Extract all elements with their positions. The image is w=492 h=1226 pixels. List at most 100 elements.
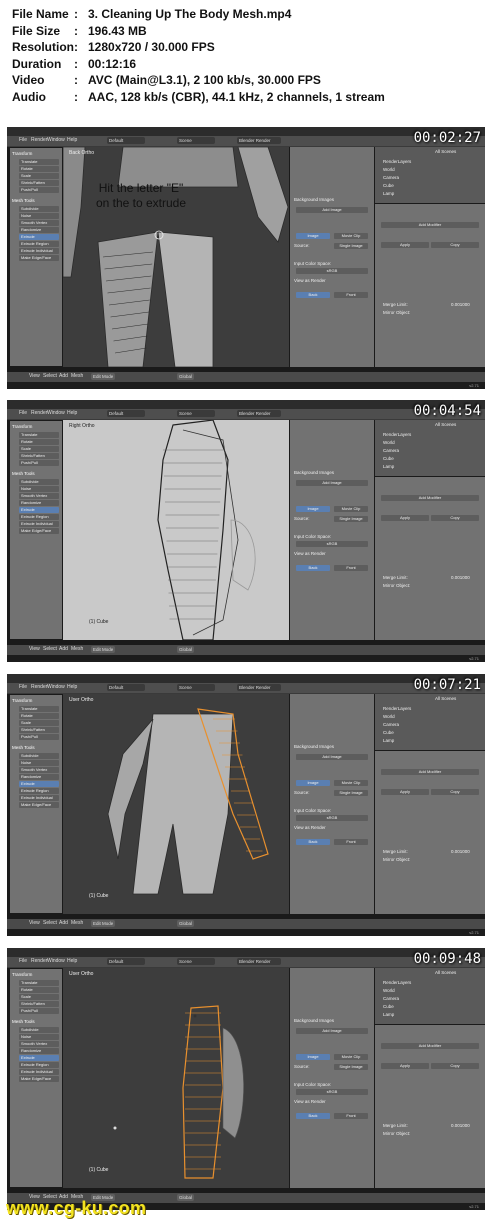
mesh-tool-button[interactable]: Extrude [19, 234, 59, 240]
menu-item[interactable]: Render [31, 684, 47, 690]
menu-item[interactable]: File [19, 410, 27, 416]
back-button[interactable]: Back [296, 292, 330, 298]
viewport-menu-item[interactable]: View [29, 646, 40, 652]
tool-button[interactable]: Shrink/Fatten [19, 727, 59, 733]
3d-viewport[interactable]: User Ortho (1) Cube [63, 968, 289, 1188]
mesh-tool-button[interactable]: Make Edge/Face [19, 255, 59, 261]
menu-item[interactable]: Render [31, 958, 47, 964]
merge-limit-value[interactable]: 0.001000 [451, 575, 470, 580]
menu-item[interactable]: Render [31, 137, 47, 143]
add-modifier-button[interactable]: Add Modifier [381, 495, 479, 501]
back-button[interactable]: Back [296, 565, 330, 571]
tool-button[interactable]: Shrink/Fatten [19, 453, 59, 459]
image-tab[interactable]: Image [296, 506, 330, 512]
outliner-item[interactable]: World [383, 167, 395, 172]
front-button[interactable]: Front [334, 292, 368, 298]
apply-button[interactable]: Apply [381, 242, 429, 248]
layout-select[interactable]: Default [107, 684, 145, 691]
add-modifier-button[interactable]: Add Modifier [381, 222, 479, 228]
image-tab[interactable]: Image [296, 780, 330, 786]
back-button[interactable]: Back [296, 1113, 330, 1119]
tool-button[interactable]: Shrink/Fatten [19, 1001, 59, 1007]
scene-select[interactable]: Scene [177, 137, 215, 144]
mesh-tool-button[interactable]: Extrude Individual [19, 521, 59, 527]
mesh-tool-button[interactable]: Make Edge/Face [19, 802, 59, 808]
mesh-tool-button[interactable]: Subdivide [19, 1027, 59, 1033]
copy-button[interactable]: Copy [431, 789, 479, 795]
viewport-menu-item[interactable]: Select [43, 646, 57, 652]
mesh-tool-button[interactable]: Noise [19, 486, 59, 492]
outliner-item[interactable]: Cube [383, 456, 394, 461]
render-engine-select[interactable]: Blender Render [237, 137, 281, 144]
3d-viewport[interactable]: Back Ortho Hit the letter "E" on the to e… [63, 147, 289, 367]
outliner-item[interactable]: Camera [383, 448, 399, 453]
mesh-tool-button[interactable]: Subdivide [19, 206, 59, 212]
pivot-select[interactable]: Global [177, 646, 195, 653]
viewport-menu-item[interactable]: Add [59, 920, 68, 926]
outliner-item[interactable]: Camera [383, 722, 399, 727]
outliner-item[interactable]: World [383, 714, 395, 719]
viewport-menu-item[interactable]: View [29, 373, 40, 379]
viewport-menu-item[interactable]: Mesh [71, 646, 83, 652]
source-select[interactable]: Single Image [334, 790, 368, 796]
mesh-tool-button[interactable]: Extrude Region [19, 1062, 59, 1068]
outliner-item[interactable]: Cube [383, 1004, 394, 1009]
viewport-menu-item[interactable]: Mesh [71, 920, 83, 926]
tool-button[interactable]: Scale [19, 446, 59, 452]
movie-clip-tab[interactable]: Movie Clip [334, 506, 368, 512]
copy-button[interactable]: Copy [431, 242, 479, 248]
viewport-menu-item[interactable]: Select [43, 373, 57, 379]
mesh-tool-button[interactable]: Smooth Vertex [19, 767, 59, 773]
tool-button[interactable]: Shrink/Fatten [19, 180, 59, 186]
mode-select[interactable]: Edit Mode [91, 920, 116, 927]
menu-item[interactable]: File [19, 684, 27, 690]
apply-button[interactable]: Apply [381, 1063, 429, 1069]
menu-item[interactable]: Help [67, 137, 77, 143]
tool-button[interactable]: Rotate [19, 987, 59, 993]
menu-item[interactable]: File [19, 137, 27, 143]
movie-clip-tab[interactable]: Movie Clip [334, 233, 368, 239]
view-render-checkbox[interactable]: View as Render [294, 551, 326, 556]
tool-button[interactable]: Push/Pull [19, 460, 59, 466]
viewport-menu-item[interactable]: Add [59, 373, 68, 379]
movie-clip-tab[interactable]: Movie Clip [334, 1054, 368, 1060]
front-button[interactable]: Front [334, 1113, 368, 1119]
outliner-item[interactable]: RenderLayers [383, 706, 411, 711]
merge-limit-value[interactable]: 0.001000 [451, 849, 470, 854]
menu-item[interactable]: Window [47, 137, 65, 143]
3d-viewport[interactable]: Right Ortho (1) Cube [63, 420, 289, 640]
menu-item[interactable]: Help [67, 684, 77, 690]
add-image-button[interactable]: Add Image [296, 1028, 368, 1034]
add-image-button[interactable]: Add Image [296, 480, 368, 486]
mesh-tool-button[interactable]: Extrude [19, 781, 59, 787]
pivot-select[interactable]: Global [177, 1194, 195, 1201]
image-tab[interactable]: Image [296, 1054, 330, 1060]
tool-button[interactable]: Translate [19, 706, 59, 712]
outliner-item[interactable]: Camera [383, 175, 399, 180]
outliner-item[interactable]: Cube [383, 730, 394, 735]
layout-select[interactable]: Default [107, 958, 145, 965]
outliner-item[interactable]: RenderLayers [383, 159, 411, 164]
mesh-tool-button[interactable]: Smooth Vertex [19, 220, 59, 226]
tool-button[interactable]: Scale [19, 994, 59, 1000]
mesh-tool-button[interactable]: Randomize [19, 227, 59, 233]
outliner-item[interactable]: Lamp [383, 464, 394, 469]
mesh-tool-button[interactable]: Extrude [19, 507, 59, 513]
mesh-tool-button[interactable]: Subdivide [19, 753, 59, 759]
mesh-tool-button[interactable]: Randomize [19, 1048, 59, 1054]
merge-limit-value[interactable]: 0.001000 [451, 302, 470, 307]
layout-select[interactable]: Default [107, 137, 145, 144]
mesh-tool-button[interactable]: Subdivide [19, 479, 59, 485]
viewport-menu-item[interactable]: View [29, 920, 40, 926]
mode-select[interactable]: Edit Mode [91, 373, 116, 380]
tool-button[interactable]: Scale [19, 173, 59, 179]
viewport-menu-item[interactable]: Add [59, 646, 68, 652]
layout-select[interactable]: Default [107, 410, 145, 417]
viewport-menu-item[interactable]: Mesh [71, 373, 83, 379]
view-render-checkbox[interactable]: View as Render [294, 1099, 326, 1104]
tool-button[interactable]: Rotate [19, 713, 59, 719]
mesh-tool-button[interactable]: Extrude [19, 1055, 59, 1061]
source-select[interactable]: Single Image [334, 1064, 368, 1070]
menu-item[interactable]: Window [47, 684, 65, 690]
mesh-tool-button[interactable]: Randomize [19, 500, 59, 506]
